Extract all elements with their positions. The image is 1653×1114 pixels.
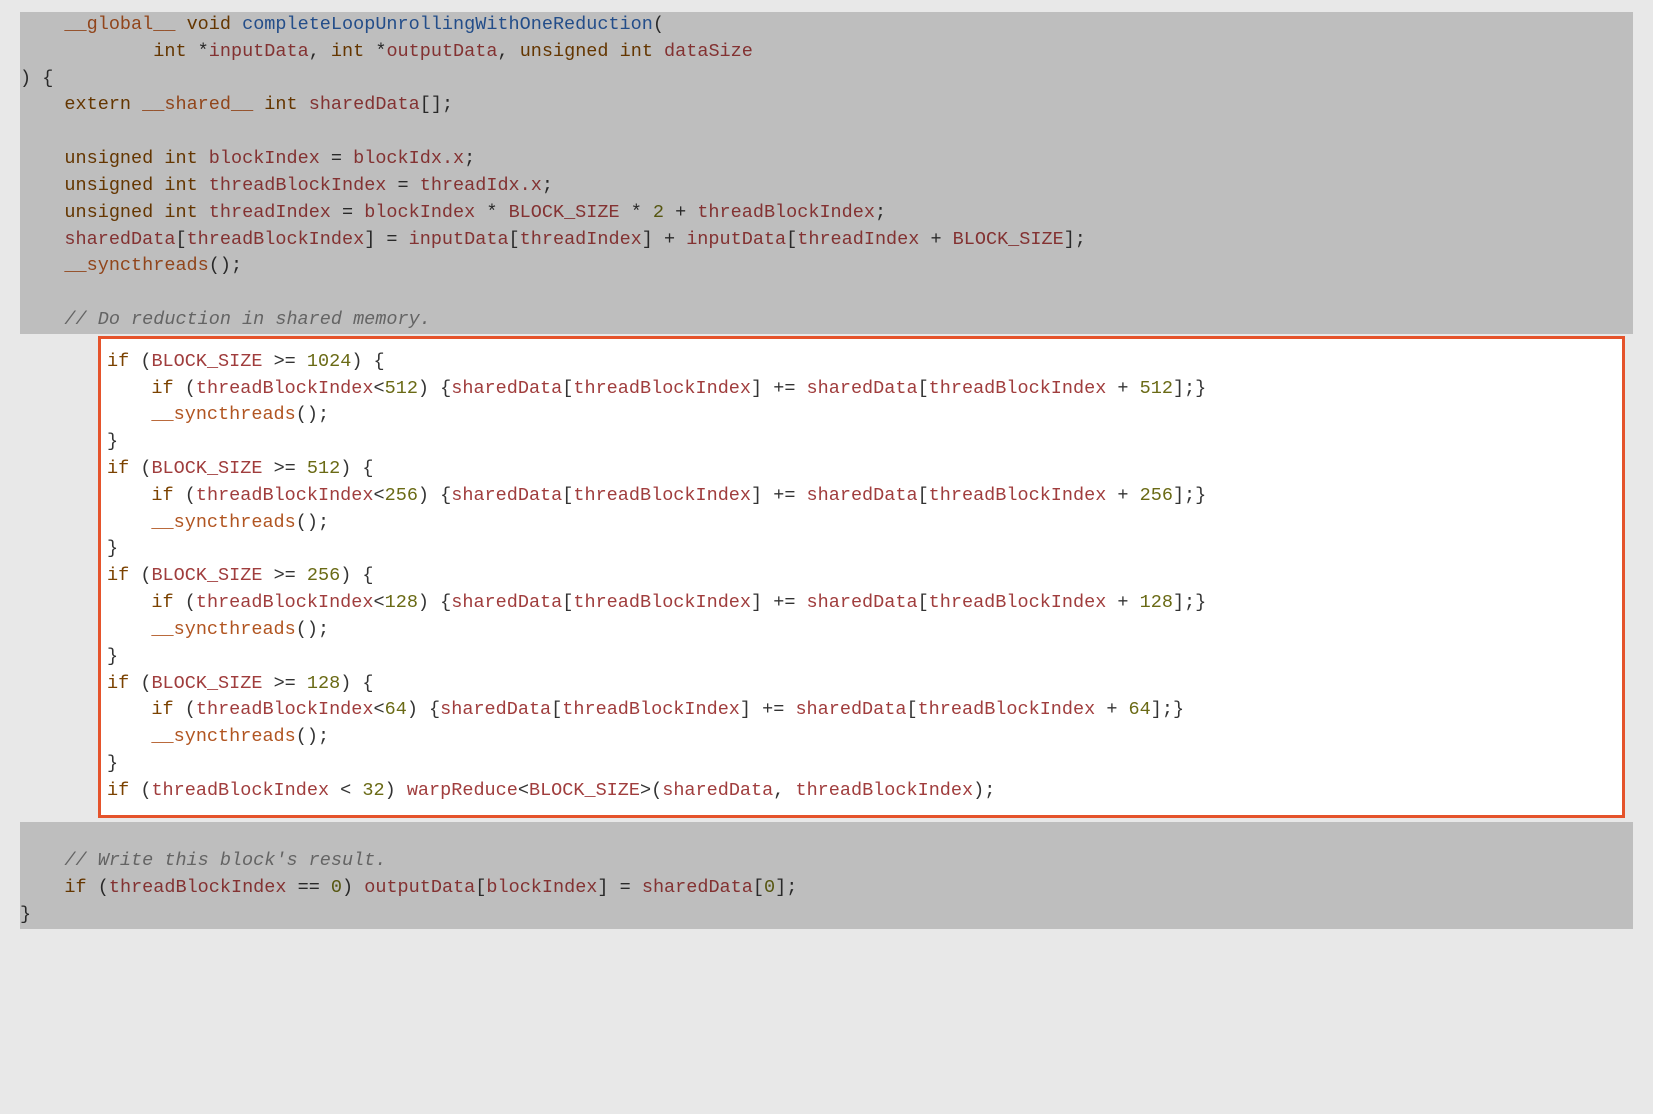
code-line: if (BLOCK_SIZE >= 512) { [107,456,1616,483]
code-empty [20,119,1633,146]
code-line: unsigned int threadIndex = blockIndex * … [20,200,1633,227]
code-line: if (BLOCK_SIZE >= 256) { [107,563,1616,590]
code-line: __syncthreads(); [107,402,1616,429]
code-line: if (threadBlockIndex<64) {sharedData[thr… [107,697,1616,724]
code-line: unsigned int threadBlockIndex = threadId… [20,173,1633,200]
code-line: if (BLOCK_SIZE >= 128) { [107,671,1616,698]
code-line: // Do reduction in shared memory. [20,307,1633,334]
code-line: // Write this block's result. [20,848,1633,875]
code-line: if (threadBlockIndex < 32) warpReduce<BL… [107,778,1616,805]
code-line: int *inputData, int *outputData, unsigne… [20,39,1633,66]
code-line: if (threadBlockIndex<256) {sharedData[th… [107,483,1616,510]
code-empty [20,822,1633,849]
code-line: sharedData[threadBlockIndex] = inputData… [20,227,1633,254]
code-line: if (BLOCK_SIZE >= 1024) { [107,349,1616,376]
fn-name: completeLoopUnrollingWithOneReduction [242,14,653,35]
code-line: if (threadBlockIndex<512) {sharedData[th… [107,376,1616,403]
code-line: } [107,644,1616,671]
code-line: extern __shared__ int sharedData[]; [20,92,1633,119]
code-dimmed-top: __global__ void completeLoopUnrollingWit… [20,12,1633,334]
kw-global: __global__ [64,14,175,35]
code-line: __global__ void completeLoopUnrollingWit… [20,12,1633,39]
code-line: __syncthreads(); [20,253,1633,280]
highlight-box: if (BLOCK_SIZE >= 1024) { if (threadBloc… [98,336,1625,818]
code-line: ) { [20,66,1633,93]
code-line: } [107,751,1616,778]
code-line: } [107,429,1616,456]
code-line: } [107,536,1616,563]
code-empty [20,280,1633,307]
code-line: if (threadBlockIndex<128) {sharedData[th… [107,590,1616,617]
code-dimmed-bottom: // Write this block's result. if (thread… [20,822,1633,929]
kw-void: void [187,14,231,35]
code-line: } [20,902,1633,929]
code-line: __syncthreads(); [107,724,1616,751]
code-line: __syncthreads(); [107,617,1616,644]
code-line: unsigned int blockIndex = blockIdx.x; [20,146,1633,173]
code-line: if (threadBlockIndex == 0) outputData[bl… [20,875,1633,902]
code-line: __syncthreads(); [107,510,1616,537]
